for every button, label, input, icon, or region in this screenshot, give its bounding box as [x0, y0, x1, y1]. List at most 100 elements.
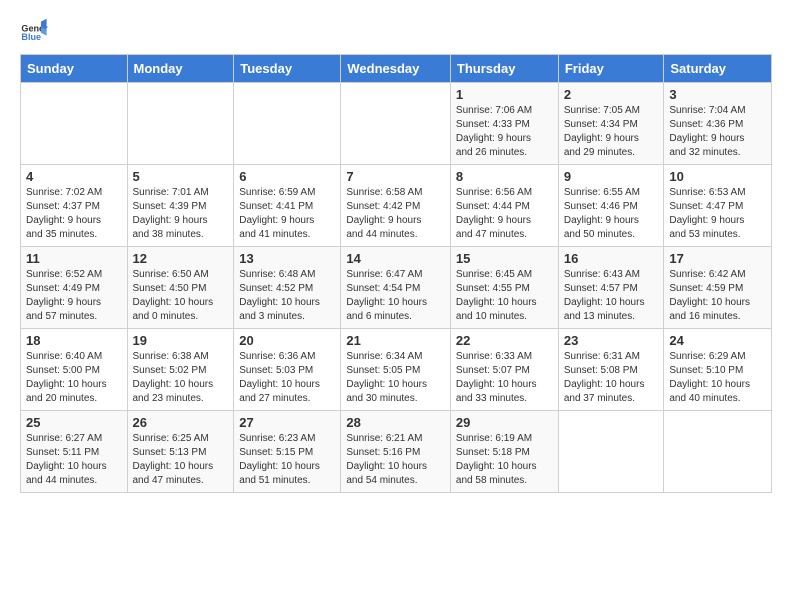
day-info: Sunrise: 6:29 AM Sunset: 5:10 PM Dayligh… [669, 350, 766, 406]
day-info: Sunrise: 6:21 AM Sunset: 5:16 PM Dayligh… [346, 432, 445, 488]
day-info: Sunrise: 6:52 AM Sunset: 4:49 PM Dayligh… [26, 268, 122, 324]
day-info: Sunrise: 6:38 AM Sunset: 5:02 PM Dayligh… [133, 350, 229, 406]
col-header-saturday: Saturday [664, 55, 772, 83]
day-info: Sunrise: 6:31 AM Sunset: 5:08 PM Dayligh… [564, 350, 659, 406]
day-cell: 15 Sunrise: 6:45 AM Sunset: 4:55 PM Dayli… [450, 247, 558, 329]
day-cell: 12 Sunrise: 6:50 AM Sunset: 4:50 PM Dayli… [127, 247, 234, 329]
day-number: 13 [239, 251, 335, 266]
day-number: 5 [133, 169, 229, 184]
day-cell [234, 83, 341, 165]
day-number: 25 [26, 415, 122, 430]
day-cell: 5 Sunrise: 7:01 AM Sunset: 4:39 PM Daylig… [127, 165, 234, 247]
day-info: Sunrise: 6:40 AM Sunset: 5:00 PM Dayligh… [26, 350, 122, 406]
day-cell [127, 83, 234, 165]
day-info: Sunrise: 6:53 AM Sunset: 4:47 PM Dayligh… [669, 186, 766, 242]
day-cell [558, 411, 664, 493]
day-info: Sunrise: 6:56 AM Sunset: 4:44 PM Dayligh… [456, 186, 553, 242]
day-cell: 1 Sunrise: 7:06 AM Sunset: 4:33 PM Daylig… [450, 83, 558, 165]
day-info: Sunrise: 6:36 AM Sunset: 5:03 PM Dayligh… [239, 350, 335, 406]
day-info: Sunrise: 6:23 AM Sunset: 5:15 PM Dayligh… [239, 432, 335, 488]
logo-icon: General Blue [20, 16, 48, 44]
day-cell: 16 Sunrise: 6:43 AM Sunset: 4:57 PM Dayli… [558, 247, 664, 329]
week-row-1: 4 Sunrise: 7:02 AM Sunset: 4:37 PM Daylig… [21, 165, 772, 247]
day-number: 14 [346, 251, 445, 266]
day-number: 7 [346, 169, 445, 184]
col-header-sunday: Sunday [21, 55, 128, 83]
week-row-0: 1 Sunrise: 7:06 AM Sunset: 4:33 PM Daylig… [21, 83, 772, 165]
day-info: Sunrise: 7:05 AM Sunset: 4:34 PM Dayligh… [564, 104, 659, 160]
day-cell: 2 Sunrise: 7:05 AM Sunset: 4:34 PM Daylig… [558, 83, 664, 165]
col-header-monday: Monday [127, 55, 234, 83]
week-row-3: 18 Sunrise: 6:40 AM Sunset: 5:00 PM Dayli… [21, 329, 772, 411]
day-number: 17 [669, 251, 766, 266]
day-cell: 26Sunrise: 6:25 AM Sunset: 5:13 PM Dayli… [127, 411, 234, 493]
svg-text:Blue: Blue [21, 32, 41, 42]
day-info: Sunrise: 6:45 AM Sunset: 4:55 PM Dayligh… [456, 268, 553, 324]
day-number: 21 [346, 333, 445, 348]
day-cell: 25 Sunrise: 6:27 AM Sunset: 5:11 PM Dayli… [21, 411, 128, 493]
day-cell [21, 83, 128, 165]
day-cell: 28 Sunrise: 6:21 AM Sunset: 5:16 PM Dayli… [341, 411, 451, 493]
day-cell: 4 Sunrise: 7:02 AM Sunset: 4:37 PM Daylig… [21, 165, 128, 247]
day-number: 16 [564, 251, 659, 266]
logo: General Blue [20, 16, 48, 44]
calendar-table: SundayMondayTuesdayWednesdayThursdayFrid… [20, 54, 772, 493]
day-cell: 13 Sunrise: 6:48 AM Sunset: 4:52 PM Dayli… [234, 247, 341, 329]
week-row-4: 25 Sunrise: 6:27 AM Sunset: 5:11 PM Dayli… [21, 411, 772, 493]
day-number: 19 [133, 333, 229, 348]
day-number: 27 [239, 415, 335, 430]
day-info: Sunrise: 6:27 AM Sunset: 5:11 PM Dayligh… [26, 432, 122, 488]
day-number: 6 [239, 169, 335, 184]
day-number: 4 [26, 169, 122, 184]
day-cell: 27 Sunrise: 6:23 AM Sunset: 5:15 PM Dayli… [234, 411, 341, 493]
day-info: Sunrise: 7:04 AM Sunset: 4:36 PM Dayligh… [669, 104, 766, 160]
day-info: Sunrise: 7:01 AM Sunset: 4:39 PM Dayligh… [133, 186, 229, 242]
day-number: 20 [239, 333, 335, 348]
day-number: 1 [456, 87, 553, 102]
day-cell [664, 411, 772, 493]
day-cell: 17 Sunrise: 6:42 AM Sunset: 4:59 PM Dayli… [664, 247, 772, 329]
day-number: 28 [346, 415, 445, 430]
day-info: Sunrise: 6:42 AM Sunset: 4:59 PM Dayligh… [669, 268, 766, 324]
day-number: 12 [133, 251, 229, 266]
col-header-wednesday: Wednesday [341, 55, 451, 83]
day-info: Sunrise: 6:19 AM Sunset: 5:18 PM Dayligh… [456, 432, 553, 488]
day-cell: 3 Sunrise: 7:04 AM Sunset: 4:36 PM Daylig… [664, 83, 772, 165]
day-number: 8 [456, 169, 553, 184]
day-cell: 29 Sunrise: 6:19 AM Sunset: 5:18 PM Dayli… [450, 411, 558, 493]
day-cell: 22 Sunrise: 6:33 AM Sunset: 5:07 PM Dayli… [450, 329, 558, 411]
day-cell: 20 Sunrise: 6:36 AM Sunset: 5:03 PM Dayli… [234, 329, 341, 411]
day-number: 3 [669, 87, 766, 102]
day-cell: 18 Sunrise: 6:40 AM Sunset: 5:00 PM Dayli… [21, 329, 128, 411]
day-number: 9 [564, 169, 659, 184]
day-number: 23 [564, 333, 659, 348]
day-info: Sunrise: 6:48 AM Sunset: 4:52 PM Dayligh… [239, 268, 335, 324]
day-cell: 14 Sunrise: 6:47 AM Sunset: 4:54 PM Dayli… [341, 247, 451, 329]
day-info: Sunrise: 6:43 AM Sunset: 4:57 PM Dayligh… [564, 268, 659, 324]
page-header: General Blue [20, 16, 772, 44]
week-row-2: 11Sunrise: 6:52 AM Sunset: 4:49 PM Dayli… [21, 247, 772, 329]
day-number: 2 [564, 87, 659, 102]
col-header-friday: Friday [558, 55, 664, 83]
day-cell: 8 Sunrise: 6:56 AM Sunset: 4:44 PM Daylig… [450, 165, 558, 247]
day-info: Sunrise: 6:58 AM Sunset: 4:42 PM Dayligh… [346, 186, 445, 242]
calendar-header-row: SundayMondayTuesdayWednesdayThursdayFrid… [21, 55, 772, 83]
day-cell: 6Sunrise: 6:59 AM Sunset: 4:41 PM Daylig… [234, 165, 341, 247]
day-number: 29 [456, 415, 553, 430]
day-info: Sunrise: 6:47 AM Sunset: 4:54 PM Dayligh… [346, 268, 445, 324]
day-info: Sunrise: 6:50 AM Sunset: 4:50 PM Dayligh… [133, 268, 229, 324]
day-info: Sunrise: 6:33 AM Sunset: 5:07 PM Dayligh… [456, 350, 553, 406]
day-info: Sunrise: 7:06 AM Sunset: 4:33 PM Dayligh… [456, 104, 553, 160]
day-cell: 10Sunrise: 6:53 AM Sunset: 4:47 PM Dayli… [664, 165, 772, 247]
day-number: 26 [133, 415, 229, 430]
day-cell: 7 Sunrise: 6:58 AM Sunset: 4:42 PM Daylig… [341, 165, 451, 247]
day-number: 15 [456, 251, 553, 266]
day-cell: 24 Sunrise: 6:29 AM Sunset: 5:10 PM Dayli… [664, 329, 772, 411]
col-header-tuesday: Tuesday [234, 55, 341, 83]
day-number: 18 [26, 333, 122, 348]
day-number: 22 [456, 333, 553, 348]
day-number: 24 [669, 333, 766, 348]
day-cell: 21Sunrise: 6:34 AM Sunset: 5:05 PM Dayli… [341, 329, 451, 411]
day-info: Sunrise: 6:55 AM Sunset: 4:46 PM Dayligh… [564, 186, 659, 242]
day-info: Sunrise: 7:02 AM Sunset: 4:37 PM Dayligh… [26, 186, 122, 242]
